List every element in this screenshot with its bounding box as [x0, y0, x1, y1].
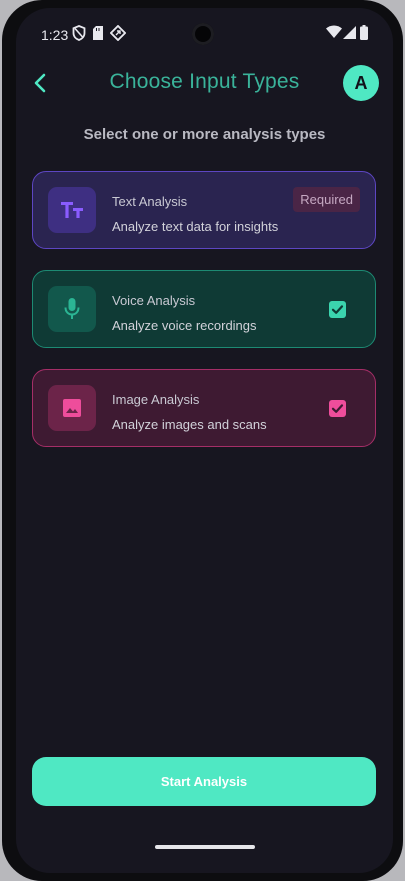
chevron-left-icon — [34, 73, 46, 93]
option-description: Analyze voice recordings — [112, 318, 257, 333]
page-subtitle: Select one or more analysis types — [83, 126, 326, 143]
option-description: Analyze text data for insights — [112, 219, 279, 234]
option-card-text[interactable]: Text Analysis Analyze text data for insi… — [32, 171, 376, 249]
wifi-icon — [326, 25, 342, 44]
battery-icon — [360, 25, 368, 45]
app-screen: 1:23 Choose Input Types A Select one or … — [16, 8, 393, 873]
link-icon — [109, 24, 127, 46]
home-indicator[interactable] — [155, 845, 255, 849]
sd-card-icon — [92, 25, 104, 46]
option-card-voice[interactable]: Voice Analysis Analyze voice recordings — [32, 270, 376, 348]
required-badge: Required — [293, 187, 360, 212]
shield-icon — [72, 25, 86, 46]
avatar[interactable]: A — [343, 65, 379, 101]
image-icon — [48, 385, 96, 431]
page-title: Choose Input Types — [109, 70, 300, 93]
device-frame: 1:23 Choose Input Types A Select one or … — [2, 0, 403, 881]
text-format-icon — [48, 187, 96, 233]
signal-icon — [342, 25, 356, 44]
front-camera — [192, 23, 214, 45]
option-description: Analyze images and scans — [112, 417, 267, 432]
back-button[interactable] — [26, 68, 56, 98]
check-icon — [331, 404, 344, 413]
status-bar: 1:23 — [16, 8, 393, 58]
option-checkbox[interactable] — [329, 301, 346, 318]
microphone-icon — [48, 286, 96, 332]
option-title: Text Analysis — [112, 194, 188, 209]
option-title: Image Analysis — [112, 392, 200, 407]
option-checkbox[interactable] — [329, 400, 346, 417]
option-title: Voice Analysis — [112, 293, 196, 308]
check-icon — [331, 305, 344, 314]
option-card-image[interactable]: Image Analysis Analyze images and scans — [32, 369, 376, 447]
status-time: 1:23 — [41, 27, 69, 43]
start-analysis-button[interactable]: Start Analysis — [32, 757, 376, 806]
